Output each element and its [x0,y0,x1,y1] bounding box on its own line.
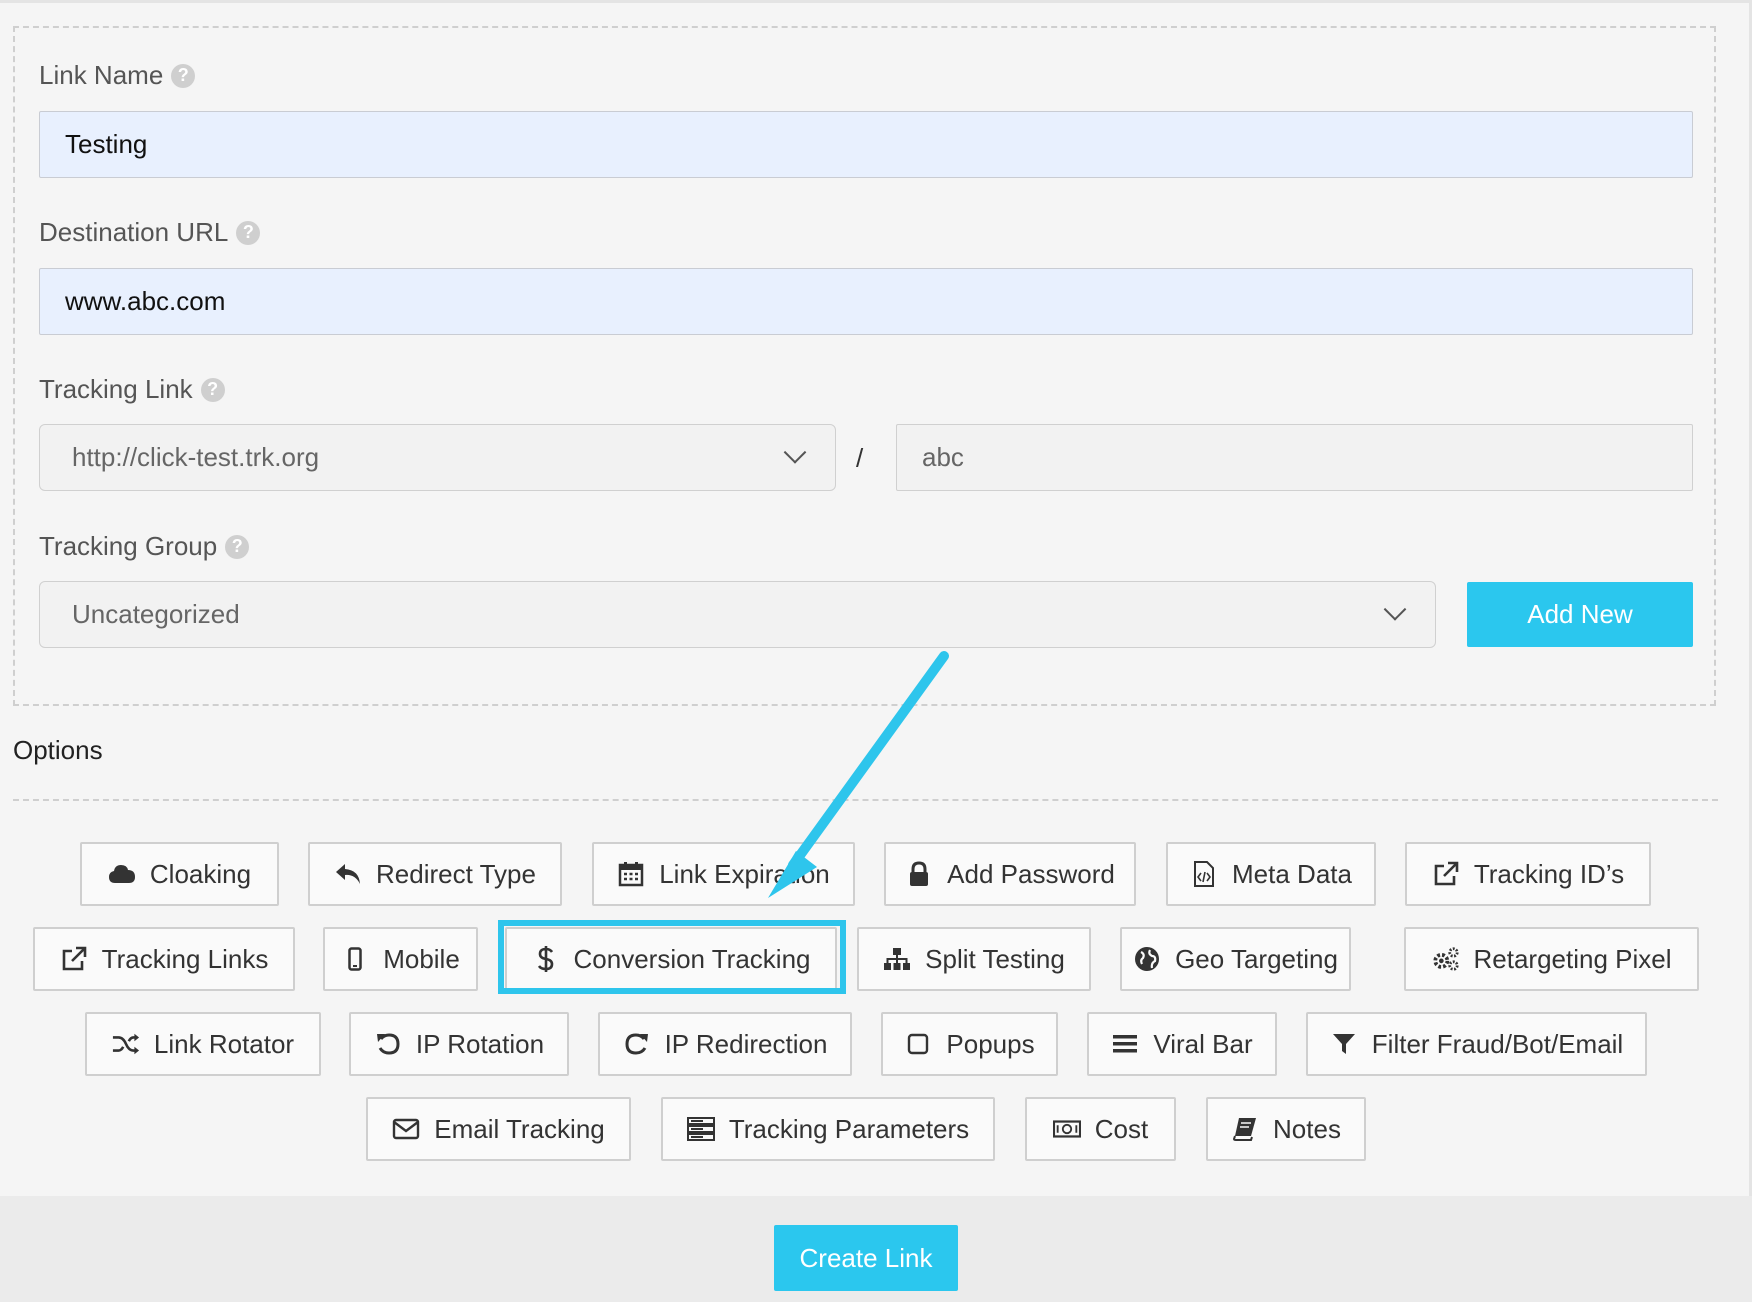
help-icon[interactable]: ? [200,377,225,402]
gears-icon [1432,945,1460,973]
destination-url-label-text: Destination URL [39,217,229,247]
option-label: Cost [1094,1113,1149,1144]
option-label: Tracking Links [101,943,269,974]
calendar-icon [617,860,645,888]
tracking-link-label: Tracking Link ? [39,374,225,405]
option-label: Geo Targeting [1175,943,1338,974]
link-name-label-text: Link Name [39,60,164,90]
option-add-password-button[interactable]: Add Password [884,842,1136,906]
option-label: Add Password [947,858,1115,889]
option-label: Filter Fraud/Bot/Email [1371,1028,1624,1059]
option-link-rotator-button[interactable]: Link Rotator [85,1012,321,1076]
external-link-icon [60,945,88,973]
tracking-domain-value: http://click-test.trk.org [72,442,320,472]
option-cloaking-button[interactable]: Cloaking [80,842,279,906]
link-name-input[interactable] [39,111,1693,178]
globe-icon [1133,945,1161,973]
shuffle-icon [112,1030,140,1058]
top-border [0,0,1752,3]
tracking-group-select[interactable]: Uncategorized [39,581,1436,648]
tracking-slug-input[interactable] [896,424,1693,491]
book-icon [1231,1115,1259,1143]
help-icon[interactable]: ? [236,220,261,245]
tracking-group-label: Tracking Group ? [39,531,250,562]
option-label: Cloaking [149,858,252,889]
tracking-domain-select[interactable]: http://click-test.trk.org [39,424,836,491]
option-conversion-tracking-button[interactable]: Conversion Tracking [505,927,837,991]
option-label: Link Expiration [659,858,830,889]
option-label: Popups [946,1028,1035,1059]
option-cost-button[interactable]: Cost [1025,1097,1176,1161]
link-name-label: Link Name ? [39,60,196,91]
destination-url-label: Destination URL ? [39,217,261,248]
filter-icon [1330,1030,1358,1058]
option-label: IP Redirection [664,1028,828,1059]
help-icon[interactable]: ? [171,63,196,88]
option-tracking-parameters-button[interactable]: Tracking Parameters [661,1097,995,1161]
option-tracking-links-button[interactable]: Tracking Links [33,927,295,991]
external-link-icon [1432,860,1460,888]
tracking-link-label-text: Tracking Link [39,374,193,404]
dollar-icon [532,945,560,973]
undo-icon [374,1030,402,1058]
mobile-icon [341,945,369,973]
square-icon [904,1030,932,1058]
cloud-icon [108,860,136,888]
money-icon [1052,1115,1081,1143]
option-label: Redirect Type [376,858,536,889]
option-popups-button[interactable]: Popups [881,1012,1058,1076]
envelope-icon [392,1115,420,1143]
option-ip-rotation-button[interactable]: IP Rotation [349,1012,569,1076]
option-label: Tracking Parameters [728,1113,970,1144]
option-viral-bar-button[interactable]: Viral Bar [1087,1012,1277,1076]
option-label: Viral Bar [1153,1028,1253,1059]
url-separator: / [856,443,864,473]
tracking-group-value: Uncategorized [72,599,240,629]
code-file-icon [1190,860,1218,888]
option-filter-fraud-button[interactable]: Filter Fraud/Bot/Email [1306,1012,1647,1076]
add-new-button[interactable]: Add New [1467,582,1693,647]
option-geo-targeting-button[interactable]: Geo Targeting [1120,927,1351,991]
option-link-expiration-button[interactable]: Link Expiration [592,842,855,906]
sitemap-icon [883,945,911,973]
option-redirect-type-button[interactable]: Redirect Type [308,842,562,906]
options-heading: Options [13,735,103,765]
destination-url-input[interactable] [39,268,1693,335]
option-split-testing-button[interactable]: Split Testing [857,927,1091,991]
option-label: Split Testing [925,943,1065,974]
chevron-down-icon [1383,597,1407,621]
option-label: Link Rotator [153,1028,295,1059]
option-label: IP Rotation [415,1028,545,1059]
option-label: Notes [1273,1113,1341,1144]
server-icon [686,1115,715,1143]
option-label: Conversion Tracking [573,943,811,974]
bars-icon [1111,1030,1139,1058]
help-icon[interactable]: ? [225,534,250,559]
lock-icon [905,860,933,888]
option-notes-button[interactable]: Notes [1206,1097,1366,1161]
tracking-group-label-text: Tracking Group [39,531,218,561]
option-mobile-button[interactable]: Mobile [323,927,478,991]
option-label: Email Tracking [434,1113,605,1144]
option-ip-redirection-button[interactable]: IP Redirection [598,1012,852,1076]
option-tracking-ids-button[interactable]: Tracking ID’s [1405,842,1651,906]
create-link-button[interactable]: Create Link [774,1225,958,1291]
option-retargeting-pixel-button[interactable]: Retargeting Pixel [1404,927,1699,991]
redo-icon [623,1030,651,1058]
chevron-down-icon [783,440,807,464]
options-divider [13,799,1718,801]
option-label: Meta Data [1232,858,1352,889]
option-label: Retargeting Pixel [1473,943,1672,974]
option-label: Mobile [383,943,460,974]
option-label: Tracking ID’s [1473,858,1625,889]
option-email-tracking-button[interactable]: Email Tracking [366,1097,631,1161]
reply-arrow-icon [334,860,362,888]
option-meta-data-button[interactable]: Meta Data [1166,842,1376,906]
